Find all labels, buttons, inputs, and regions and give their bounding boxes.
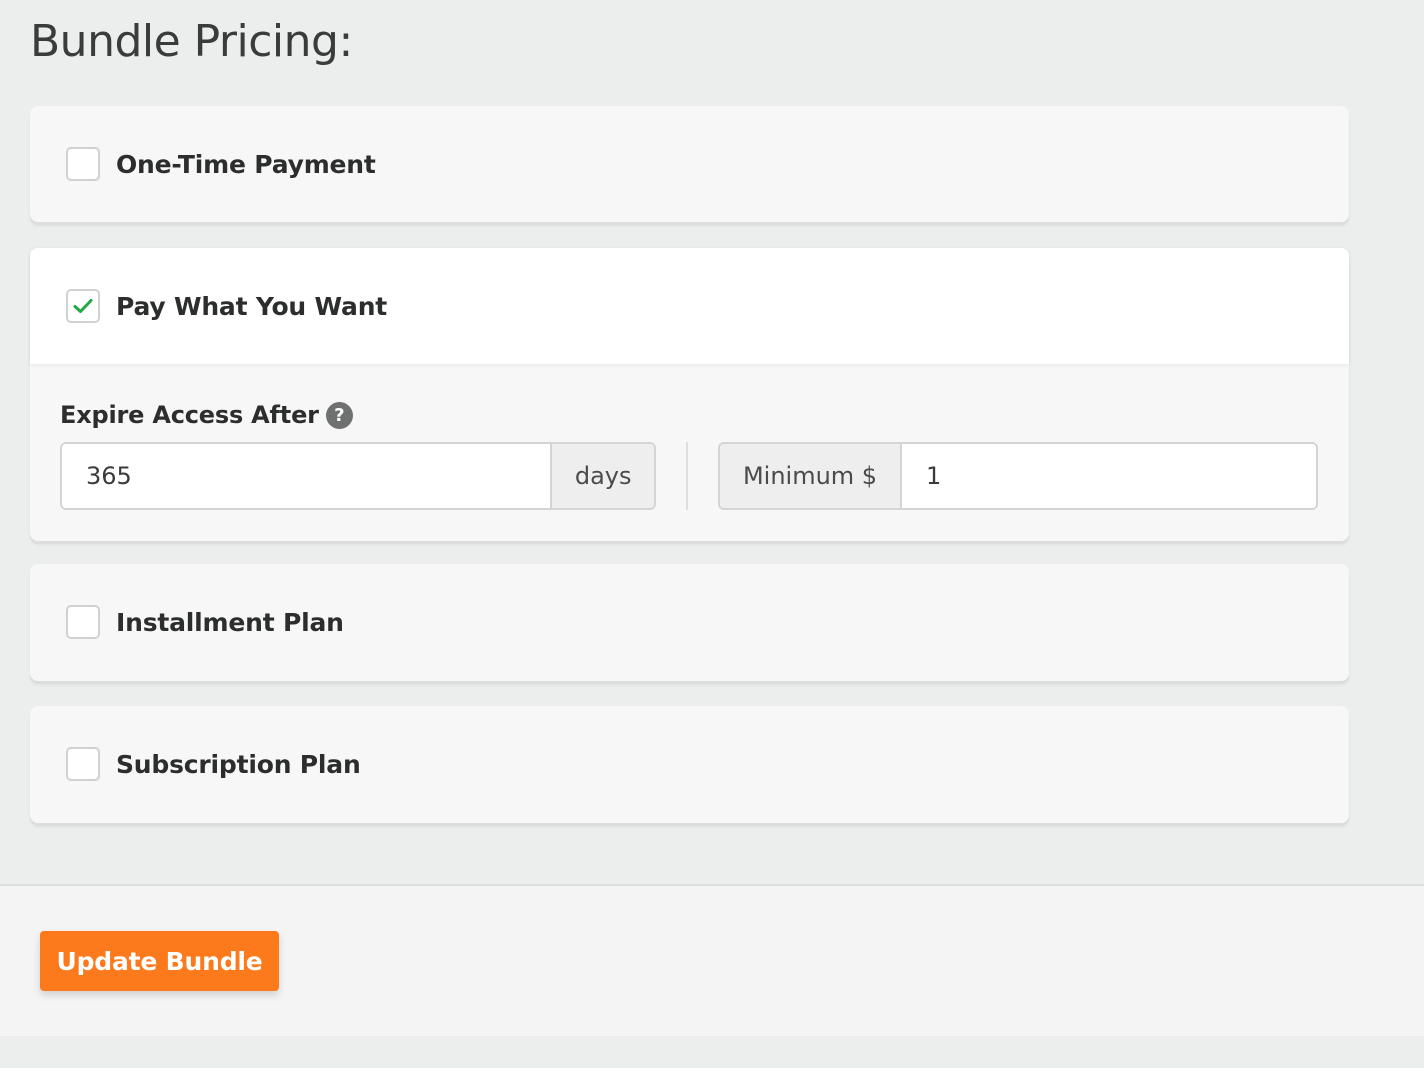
expire-access-label: Expire Access After xyxy=(60,401,319,429)
one-time-payment-label[interactable]: One-Time Payment xyxy=(116,150,376,179)
pay-what-you-want-label[interactable]: Pay What You Want xyxy=(116,292,387,321)
installment-plan-checkbox[interactable] xyxy=(66,605,100,639)
days-addon: days xyxy=(550,444,654,508)
installment-plan-label[interactable]: Installment Plan xyxy=(116,608,344,637)
pricing-option-subscription-plan: Subscription Plan xyxy=(30,706,1349,823)
update-bundle-button[interactable]: Update Bundle xyxy=(40,931,279,991)
option-header: Installment Plan xyxy=(30,564,1349,680)
one-time-payment-checkbox[interactable] xyxy=(66,147,100,181)
expire-access-label-row: Expire Access After ? xyxy=(60,400,1319,430)
pay-what-you-want-checkbox[interactable] xyxy=(66,289,100,323)
subscription-plan-label[interactable]: Subscription Plan xyxy=(116,750,361,779)
expire-access-input-group: days xyxy=(60,442,656,510)
minimum-price-input[interactable] xyxy=(902,444,1316,508)
pay-what-you-want-settings: Expire Access After ? days Minimum $ xyxy=(30,364,1349,542)
minimum-price-input-group: Minimum $ xyxy=(718,442,1318,510)
subscription-plan-checkbox[interactable] xyxy=(66,747,100,781)
input-divider xyxy=(686,442,688,510)
form-footer: Update Bundle xyxy=(0,884,1424,1036)
page-title: Bundle Pricing: xyxy=(30,16,353,67)
option-header: Pay What You Want xyxy=(30,248,1349,364)
expire-access-days-input[interactable] xyxy=(62,444,551,508)
checkmark-icon xyxy=(73,299,93,313)
option-header: One-Time Payment xyxy=(30,106,1349,222)
minimum-dollar-addon: Minimum $ xyxy=(720,444,902,508)
pwyw-inputs-row: days Minimum $ xyxy=(60,442,1319,510)
question-circle-icon[interactable]: ? xyxy=(325,401,353,429)
pricing-option-pay-what-you-want: Pay What You Want Expire Access After ? … xyxy=(30,248,1349,541)
pricing-option-installment-plan: Installment Plan xyxy=(30,564,1349,681)
pricing-option-one-time-payment: One-Time Payment xyxy=(30,106,1349,222)
option-header: Subscription Plan xyxy=(30,706,1349,822)
